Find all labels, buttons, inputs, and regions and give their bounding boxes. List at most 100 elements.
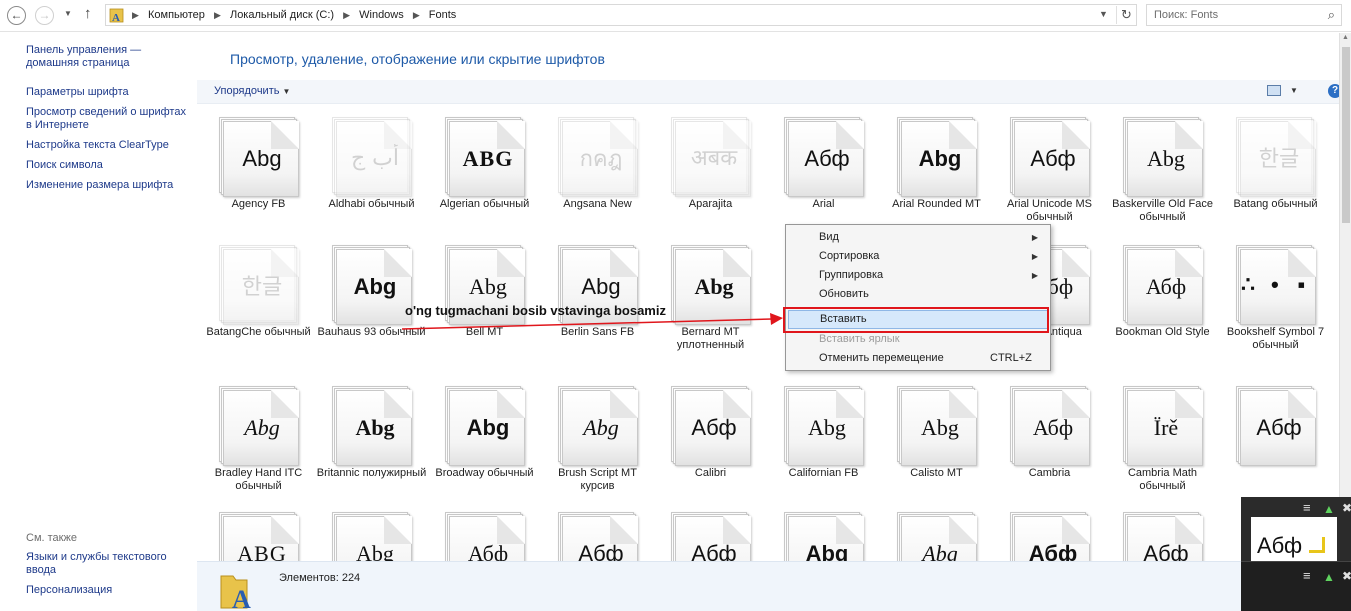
change-view-icon[interactable] (1267, 85, 1281, 96)
overlay-font-preview: Абф (1251, 517, 1337, 561)
overlay-up-icon[interactable]: ▲ (1323, 502, 1335, 516)
change-font-size-link[interactable]: Изменение размера шрифта (26, 179, 191, 192)
font-tile[interactable]: Abg Agency FB (202, 105, 315, 241)
find-character-link[interactable]: Поиск символа (26, 159, 191, 172)
font-sample-text: Abg (581, 274, 621, 299)
overlay-marker-icon (1309, 537, 1325, 553)
recent-locations-dropdown-icon[interactable]: ▼ (64, 9, 72, 18)
breadcrumb-item-computer[interactable]: Компьютер (148, 9, 205, 21)
font-tile[interactable]: Abg Bradley Hand ITC обычный (202, 374, 315, 510)
font-sample-text: Абф (1256, 415, 1302, 440)
font-tile[interactable]: Абф (654, 500, 767, 561)
font-name-label: Broadway обычный (435, 467, 534, 479)
font-file-icon: Abg (897, 117, 977, 197)
font-name-label: Batang обычный (1233, 198, 1318, 210)
overlay-menu-icon[interactable]: ≡ (1303, 568, 1311, 583)
overlay-close-icon[interactable]: ✖ (1342, 501, 1351, 515)
font-name-label: Berlin Sans FB (560, 326, 635, 338)
view-options-dropdown-icon[interactable]: ▼ (1290, 86, 1298, 95)
font-tile[interactable]: Абф (541, 500, 654, 561)
overlay-close-icon[interactable]: ✖ (1342, 569, 1351, 583)
overlay-panel-bottom: ≡ ▲ ✖ (1241, 561, 1351, 611)
font-tile[interactable]: 한글 Batang обычный (1219, 105, 1332, 241)
context-menu-group[interactable]: Группировка ▶ (788, 266, 1048, 285)
back-button[interactable]: ← (7, 6, 26, 25)
scroll-up-icon[interactable]: ▲ (1342, 34, 1349, 41)
font-tile[interactable]: Абф Bookman Old Style (1106, 233, 1219, 369)
font-sample-text: ∴ • ▪ ▪ (1241, 274, 1317, 299)
personalization-link[interactable]: Персонализация (26, 584, 191, 597)
font-tile[interactable]: Abg (315, 500, 428, 561)
font-tile[interactable]: Абф Calibri (654, 374, 767, 510)
context-menu-undo-move[interactable]: Отменить перемещение CTRL+Z (788, 349, 1048, 368)
font-tile[interactable]: ∴ • ▪ ▪ Bookshelf Symbol 7 обычный (1219, 233, 1332, 369)
font-tile[interactable]: Abg (767, 500, 880, 561)
text-input-services-link[interactable]: Языки и службы текстового ввода (26, 551, 191, 577)
font-file-icon: ∴ • ▪ ▪ (1236, 245, 1317, 325)
refresh-icon[interactable]: ↻ (1116, 6, 1136, 24)
font-tile[interactable]: Abg Bell MT (428, 233, 541, 369)
overlay-menu-icon[interactable]: ≡ (1303, 500, 1311, 515)
font-tile[interactable]: Abg Calisto MT (880, 374, 993, 510)
font-sample-text: Абф (1145, 274, 1187, 299)
control-panel-home-link[interactable]: Панель управления — домашняя страница (26, 44, 191, 70)
font-info-online-link[interactable]: Просмотр сведений о шрифтах в Интернете (26, 106, 191, 132)
scrollbar-thumb[interactable] (1342, 47, 1350, 223)
font-sample-text: Abg (921, 415, 959, 440)
context-menu-sort[interactable]: Сортировка ▶ (788, 247, 1048, 266)
breadcrumb: ▶ Компьютер ▶ Локальный диск (C:) ▶ Wind… (132, 9, 456, 21)
font-tile[interactable]: Abg Britannic полужирный (315, 374, 428, 510)
font-tile[interactable]: Abg Baskerville Old Face обычный (1106, 105, 1219, 241)
font-tile[interactable]: Абф Arial Unicode MS обычный (993, 105, 1106, 241)
font-sample-text: Abg (469, 274, 507, 299)
breadcrumb-separator-icon[interactable]: ▶ (343, 10, 350, 20)
font-tile[interactable]: Abg Broadway обычный (428, 374, 541, 510)
up-level-button[interactable]: ↑ (84, 5, 92, 22)
breadcrumb-separator-icon[interactable]: ▶ (413, 10, 420, 20)
search-box[interactable]: ⌕ (1146, 4, 1342, 26)
font-tile[interactable]: Abg Brush Script MT курсив (541, 374, 654, 510)
font-file-icon: Abg (332, 386, 412, 466)
font-tile[interactable]: Abg Californian FB (767, 374, 880, 510)
font-tile[interactable]: Абф (1219, 374, 1332, 510)
font-tile[interactable]: Abg Arial Rounded MT (880, 105, 993, 241)
font-file-icon: Абф (671, 512, 751, 561)
font-tile[interactable]: Abg (880, 500, 993, 561)
font-tile[interactable]: Абф (993, 500, 1106, 561)
breadcrumb-item-windows[interactable]: Windows (359, 9, 404, 21)
item-count: Элементов: 224 (279, 572, 361, 584)
breadcrumb-item-local-disk[interactable]: Локальный диск (C:) (230, 9, 334, 21)
cleartype-tuner-link[interactable]: Настройка текста ClearType (26, 139, 191, 152)
chevron-down-icon: ▼ (282, 87, 291, 96)
font-tile[interactable]: Абф (428, 500, 541, 561)
context-menu-refresh[interactable]: Обновить (788, 285, 1048, 304)
organize-button[interactable]: Упорядочить ▼ (214, 85, 290, 97)
search-icon[interactable]: ⌕ (1328, 7, 1335, 23)
context-menu-view[interactable]: Вид ▶ (788, 228, 1048, 247)
forward-button[interactable]: → (35, 6, 54, 25)
font-tile[interactable]: ﺃﺏ ﺝ Aldhabi обычный (315, 105, 428, 241)
breadcrumb-separator-icon: ▶ (132, 10, 139, 20)
font-tile[interactable]: Абф Arial (767, 105, 880, 241)
breadcrumb-item-fonts[interactable]: Fonts (429, 9, 457, 21)
font-settings-link[interactable]: Параметры шрифта (26, 86, 191, 99)
font-tile[interactable]: ABG Algerian обычный (428, 105, 541, 241)
font-tile[interactable]: Ïrě Cambria Math обычный (1106, 374, 1219, 510)
font-tile[interactable]: ABG (202, 500, 315, 561)
font-file-icon: Abg (558, 386, 638, 466)
font-tile[interactable]: Абф Cambria (993, 374, 1106, 510)
font-sample-text: Abg (694, 274, 734, 299)
address-history-dropdown-icon[interactable]: ▼ (1099, 9, 1108, 19)
font-tile[interactable]: Abg Bauhaus 93 обычный (315, 233, 428, 369)
address-field[interactable]: A ▶ Компьютер ▶ Локальный диск (C:) ▶ Wi… (105, 4, 1137, 26)
font-tile[interactable]: Абф (1106, 500, 1219, 561)
font-tile[interactable]: 한글 BatangChe обычный (202, 233, 315, 369)
font-tile[interactable]: Abg Bernard MT уплотненный (654, 233, 767, 369)
font-tile[interactable]: กคฎ Angsana New (541, 105, 654, 241)
font-file-icon: Abg (219, 117, 299, 197)
font-tile[interactable]: Abg Berlin Sans FB (541, 233, 654, 369)
font-tile[interactable]: अबक Aparajita (654, 105, 767, 241)
overlay-up-icon[interactable]: ▲ (1323, 570, 1335, 584)
breadcrumb-separator-icon[interactable]: ▶ (214, 10, 221, 20)
search-input[interactable] (1147, 5, 1317, 25)
